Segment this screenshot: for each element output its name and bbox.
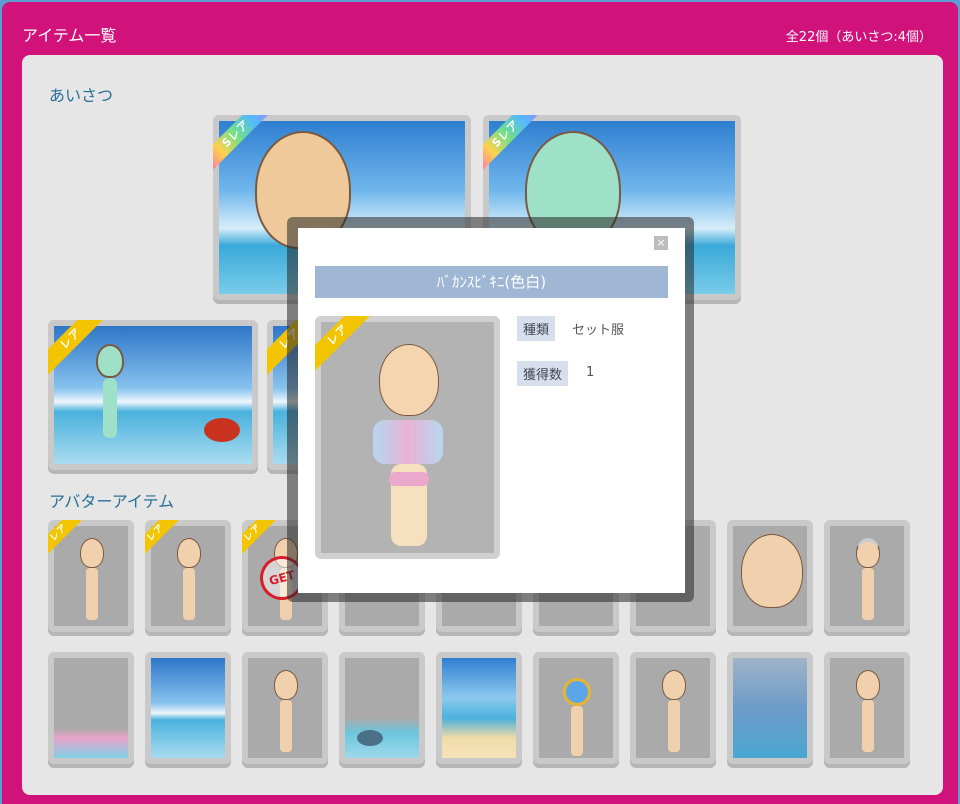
avatar-body	[862, 700, 874, 752]
section-greetings-label: あいさつ	[49, 86, 114, 105]
avatar-head-icon	[856, 538, 880, 568]
section-avatar-items-label: アバターアイテム	[49, 492, 175, 511]
avatar-body	[862, 568, 874, 620]
close-icon[interactable]: ×	[654, 236, 668, 250]
avatar-head-icon	[80, 538, 104, 568]
item-preview: レア	[315, 316, 500, 559]
attr-type-label: 種類	[517, 316, 556, 341]
avatar-body	[571, 706, 583, 756]
avatar-item-2[interactable]: レア	[145, 520, 231, 632]
avatar-item-9[interactable]	[824, 520, 910, 632]
item-detail-dialog: × ﾊﾞｶﾝｽﾋﾞｷﾆ(色白) レア 種類 セット服 獲得数 1	[298, 228, 685, 593]
dialog-title: ﾊﾞｶﾝｽﾋﾞｷﾆ(色白)	[315, 266, 668, 298]
avatar-head-icon	[96, 344, 124, 378]
avatar-item-10[interactable]	[48, 652, 134, 764]
avatar-item-12[interactable]	[242, 652, 328, 764]
avatar-item-14[interactable]	[436, 652, 522, 764]
avatar-head-icon	[662, 670, 686, 700]
greeting-card-3[interactable]: レア	[48, 320, 258, 470]
avatar-item-17[interactable]	[727, 652, 813, 764]
avatar-item-13[interactable]	[339, 652, 425, 764]
avatar-item-15[interactable]	[533, 652, 619, 764]
bikini-bottom	[389, 472, 429, 486]
avatar-item-18[interactable]	[824, 652, 910, 764]
avatar-head-icon	[177, 538, 201, 568]
avatar-head-icon	[856, 670, 880, 700]
item-count: 全22個（あいさつ:4個）	[785, 30, 932, 45]
page-title: アイテム一覧	[22, 26, 117, 45]
avatar-head-icon	[741, 534, 803, 608]
avatar-head-icon	[274, 670, 298, 700]
avatar-body	[86, 568, 98, 620]
attr-type-value: セット服	[572, 323, 625, 338]
avatar-head-icon	[379, 344, 439, 416]
dolphin-icon	[357, 730, 383, 746]
avatar-body	[280, 700, 292, 752]
attr-count-value: 1	[586, 365, 595, 380]
avatar-item-1[interactable]: レア	[48, 520, 134, 632]
avatar-body	[668, 700, 680, 752]
attr-count-label: 獲得数	[517, 361, 569, 386]
octopus-icon	[204, 418, 240, 442]
avatar-body	[183, 568, 195, 620]
bikini-top	[373, 420, 443, 464]
avatar-item-11[interactable]	[145, 652, 231, 764]
avatar-item-16[interactable]	[630, 652, 716, 764]
ball-icon	[563, 678, 591, 706]
avatar-item-8[interactable]	[727, 520, 813, 632]
avatar-body	[103, 378, 117, 438]
